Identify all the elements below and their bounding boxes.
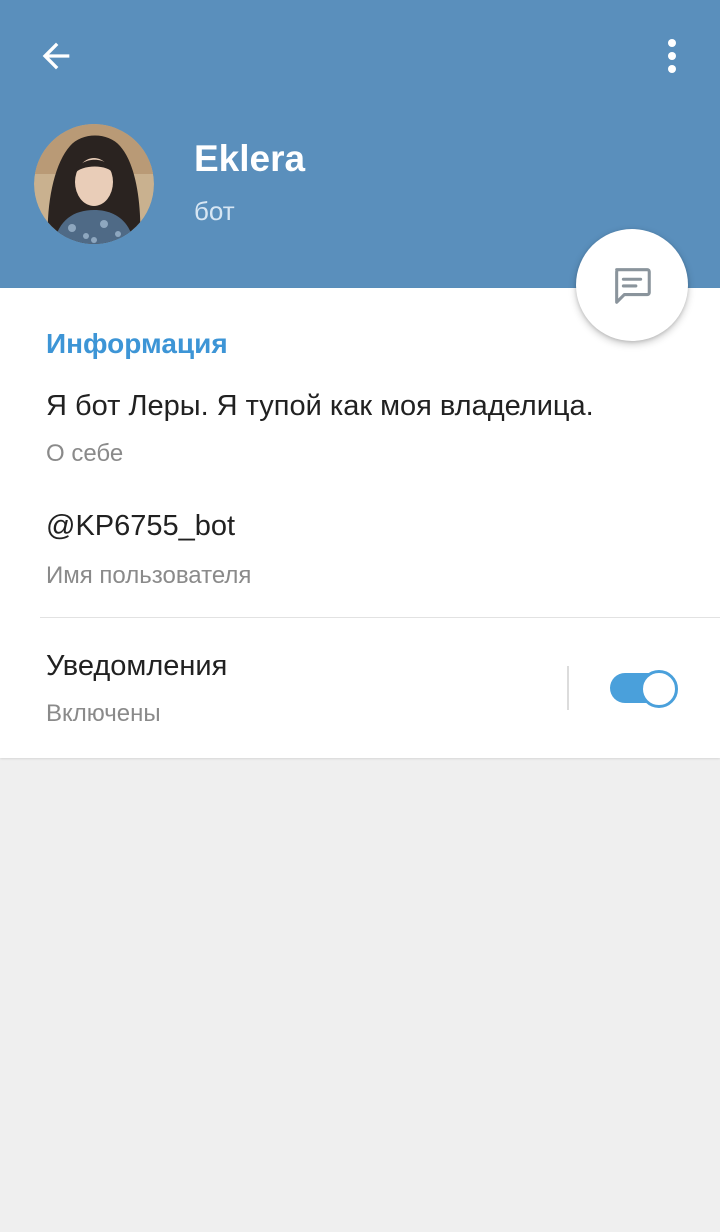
notifications-title[interactable]: Уведомления [46,650,227,683]
arrow-left-icon [42,42,70,70]
more-vertical-icon [668,39,676,73]
username-label: Имя пользователя [46,562,252,589]
avatar[interactable] [34,124,154,244]
divider [40,617,720,618]
back-button[interactable] [24,24,88,88]
vertical-separator [567,666,569,710]
username-text[interactable]: @KP6755_bot [46,510,235,543]
profile-status: бот [194,196,235,226]
notifications-toggle[interactable] [610,668,678,708]
message-icon [615,268,651,304]
info-card: Информация Я бот Леры. Я тупой как моя в… [0,288,720,758]
section-title-info: Информация [46,328,228,359]
notifications-state: Включены [46,700,161,727]
bio-label: О себе [46,440,124,467]
profile-name: Eklera [194,138,306,179]
toggle-knob [640,670,678,708]
bio-text[interactable]: Я бот Леры. Я тупой как моя владелица. [46,390,594,423]
more-options-button[interactable] [648,24,696,88]
send-message-button[interactable] [576,229,688,341]
avatar-photo [34,124,154,244]
